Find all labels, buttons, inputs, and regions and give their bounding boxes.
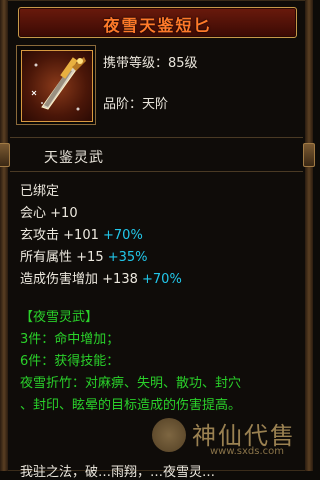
section-title: 天鉴灵武 (44, 150, 104, 166)
divider (10, 171, 303, 172)
stat-row: 所有属性 +15 +35% (20, 246, 148, 265)
stat-row: 会心 +10 (20, 202, 78, 221)
stat-bonus: +70% (103, 228, 143, 243)
stat-row: 造成伤害增加 +138 +70% (20, 268, 182, 287)
watermark-url: www.sxds.com (210, 446, 285, 457)
frame-left-knob (0, 143, 10, 167)
set-bonus-3: 3件：命中增加； (20, 332, 120, 347)
set-skill-line2: 、封印、眩晕的目标造成的伤害提高。 (20, 398, 242, 413)
stat-bonus: +70% (142, 272, 182, 287)
stat-name: 所有属性 (20, 250, 73, 265)
frame-right-knob (303, 143, 315, 167)
set-name: 【夜雪灵武】 (20, 310, 99, 325)
stat-name: 玄攻击 (20, 228, 60, 243)
item-icon-frame (16, 45, 96, 125)
set-bonus-6: 6件：获得技能： (20, 354, 120, 369)
stat-name: 造成伤害增加 (20, 272, 99, 287)
bind-status: 已绑定 (20, 184, 60, 199)
item-grade: 品阶：天阶 (103, 97, 169, 112)
stat-name: 会心 (20, 206, 47, 221)
item-tooltip: 夜雪天鉴短匕 携带等级：85级 品阶：天阶 天鉴灵武 已绑定 会心 +10 玄攻… (0, 0, 315, 480)
dagger-icon (21, 50, 93, 122)
divider (10, 137, 303, 138)
stat-base: +15 (76, 250, 104, 265)
item-title-bar: 夜雪天鉴短匕 (18, 7, 297, 38)
item-title: 夜雪天鉴短匕 (103, 16, 212, 35)
carry-level: 携带等级：85级 (103, 56, 198, 71)
watermark: 神仙代售 www.sxds.com (148, 412, 303, 460)
stat-base: +138 (102, 272, 138, 287)
stat-base: +101 (63, 228, 99, 243)
stat-bonus: +35% (107, 250, 148, 265)
frame-right-border (305, 0, 313, 471)
stat-row: 玄攻击 +101 +70% (20, 224, 143, 243)
frame-left-border (0, 0, 8, 471)
watermark-logo-icon (152, 418, 186, 452)
set-skill-line1: 夜雪折竹：对麻痹、失明、散功、封穴 (20, 376, 242, 391)
stat-base: +10 (50, 206, 78, 221)
